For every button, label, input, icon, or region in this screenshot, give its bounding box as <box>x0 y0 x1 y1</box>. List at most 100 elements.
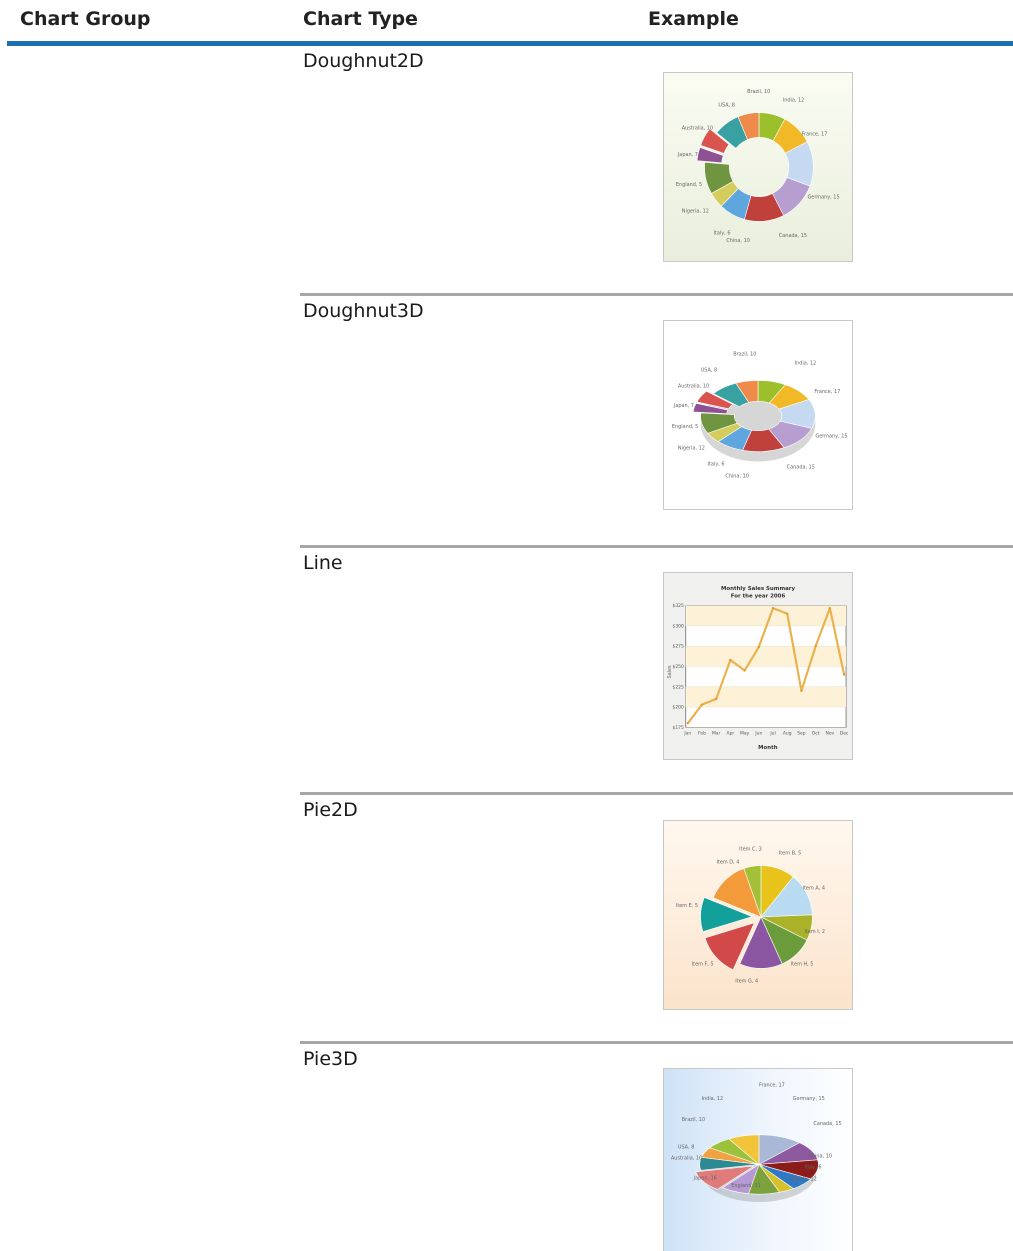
row-divider <box>300 792 1013 795</box>
line-point <box>800 689 803 692</box>
line-xtick-label: Feb <box>698 730 706 736</box>
label-brazil: Brazil, 10 <box>733 352 756 358</box>
label-canada: Canada, 15 <box>787 464 815 470</box>
doughnut2d-chart: Brazil, 10 India, 12 USA, 8 Australia, 1… <box>676 89 840 244</box>
doughnut3d-chart: Brazil, 10 India, 12 USA, 8 Australia, 1… <box>672 352 848 480</box>
line-point <box>715 697 718 701</box>
line-xtick-label: Jul <box>769 730 775 736</box>
label-china: China, 10 <box>808 1154 832 1160</box>
label-germany: Germany, 15 <box>793 1096 825 1102</box>
pie3d-chart: France, 17 India, 12 Germany, 15 Brazil,… <box>671 1082 842 1203</box>
label-germany: Germany, 15 <box>807 195 839 201</box>
label-japan: Japan, 7 <box>677 152 698 158</box>
label-item-c: Item C, 3 <box>739 847 762 853</box>
label-japan: Japan, 16 <box>693 1175 717 1181</box>
label-france: France, 17 <box>802 131 828 137</box>
label-india: India, 12 <box>795 361 817 367</box>
line-chart: Monthly Sales Summary For the year 2006 … <box>667 586 849 751</box>
label-nigeria: Nigeria, 12 <box>678 446 705 452</box>
example-doughnut3d: Brazil, 10 India, 12 USA, 8 Australia, 1… <box>663 320 853 510</box>
label-item-f: Item F, 5 <box>692 961 714 967</box>
label-canada: Canada, 15 <box>779 233 807 239</box>
line-xtick-label: Jan <box>683 730 691 736</box>
chart-type-pie2d: Pie2D <box>303 799 358 821</box>
label-china: China, 10 <box>725 473 749 479</box>
line-title: Monthly Sales Summary <box>721 586 796 592</box>
label-item-b: Item B, 5 <box>779 851 801 857</box>
label-nigeria: Nigeria, 12 <box>682 209 709 215</box>
label-japan: Japan, 7 <box>673 403 694 409</box>
label-australia: Australia, 10 <box>678 383 709 389</box>
line-subtitle: For the year 2006 <box>731 594 786 600</box>
chart-type-line: Line <box>303 552 343 574</box>
row-divider <box>300 545 1013 548</box>
label-item-g: Item G, 4 <box>735 978 758 984</box>
label-item-e: Item E, 5 <box>676 903 698 909</box>
example-line: Monthly Sales Summary For the year 2006 … <box>663 572 853 760</box>
label-australia: Australia, 10 <box>682 125 713 131</box>
label-italy: Italy, 6 <box>708 461 725 467</box>
header-example: Example <box>648 8 739 30</box>
chart-type-doughnut3d: Doughnut3D <box>303 300 424 322</box>
label-usa: USA, 8 <box>678 1145 694 1151</box>
line-ytick-label: $225 <box>673 684 684 690</box>
line-grid-band <box>685 605 847 626</box>
line-xtick-label: Dec <box>840 730 849 736</box>
example-pie3d: France, 17 India, 12 Germany, 15 Brazil,… <box>663 1068 853 1251</box>
label-usa: USA, 8 <box>718 103 735 109</box>
line-point <box>700 703 704 706</box>
label-india: India, 12 <box>702 1096 724 1102</box>
label-brazil: Brazil, 10 <box>682 1117 705 1123</box>
line-plot: $175 $200 $225 $250 $275 $300 $325 Jan Feb Mar Apr… <box>673 603 849 736</box>
line-xtick-label: Nov <box>826 730 835 736</box>
line-xtick-label: May <box>740 730 750 736</box>
label-australia: Australia, 10 <box>671 1156 702 1162</box>
line-point <box>828 606 831 610</box>
label-germany: Germany, 15 <box>815 434 847 440</box>
label-italy: Italy, 6 <box>713 230 730 236</box>
pie2d-slices <box>700 865 813 971</box>
label-france: France, 17 <box>759 1082 785 1088</box>
header-divider <box>7 41 1013 46</box>
label-england: England, 11 <box>731 1183 760 1189</box>
line-xtick-label: Jun <box>754 730 762 736</box>
label-usa: USA, 8 <box>701 367 718 373</box>
label-nigeria: Nigeria, 12 <box>790 1176 817 1182</box>
label-france: France, 17 <box>814 389 840 395</box>
line-xtick-label: Aug <box>783 730 792 736</box>
line-ytick-label: $275 <box>673 644 684 650</box>
line-grid-band <box>685 646 847 667</box>
line-grid-band <box>685 686 847 708</box>
row-divider <box>300 293 1013 296</box>
label-england: England, 5 <box>672 424 698 430</box>
pie2d-chart: Item C, 3 Item B, 5 Item D, 4 Item A, 4 … <box>676 847 826 985</box>
label-italy: Italy, 6 <box>805 1164 822 1170</box>
example-pie2d: Item C, 3 Item B, 5 Item D, 4 Item A, 4 … <box>663 820 853 1010</box>
line-point <box>729 658 732 662</box>
label-item-i: Item I, 2 <box>805 929 826 935</box>
chart-type-pie3d: Pie3D <box>303 1048 358 1070</box>
label-item-h: Item H, 5 <box>791 961 814 967</box>
line-xtick-label: Mar <box>712 730 721 736</box>
label-item-a: Item A, 4 <box>803 885 825 891</box>
label-england: England, 5 <box>676 182 702 188</box>
line-point <box>686 722 689 725</box>
row-divider <box>300 1041 1013 1044</box>
label-canada: Canada, 15 <box>813 1121 841 1127</box>
header-chart-type: Chart Type <box>303 8 418 30</box>
line-point <box>814 645 817 648</box>
line-point <box>771 606 775 610</box>
line-ytick-label: $200 <box>673 705 684 711</box>
label-brazil: Brazil, 10 <box>747 89 770 95</box>
example-doughnut2d: Brazil, 10 India, 12 USA, 8 Australia, 1… <box>663 72 853 262</box>
line-ytick-label: $300 <box>673 623 684 629</box>
line-xtick-label: Oct <box>812 730 820 736</box>
label-china: China, 10 <box>726 238 750 244</box>
line-ytick-label: $325 <box>673 603 684 609</box>
line-point <box>842 673 846 676</box>
header-chart-group: Chart Group <box>20 8 151 30</box>
line-point <box>786 612 789 615</box>
doughnut2d-slices <box>696 112 814 222</box>
line-ytick-label: $175 <box>673 725 684 731</box>
label-india: India, 12 <box>783 98 805 104</box>
